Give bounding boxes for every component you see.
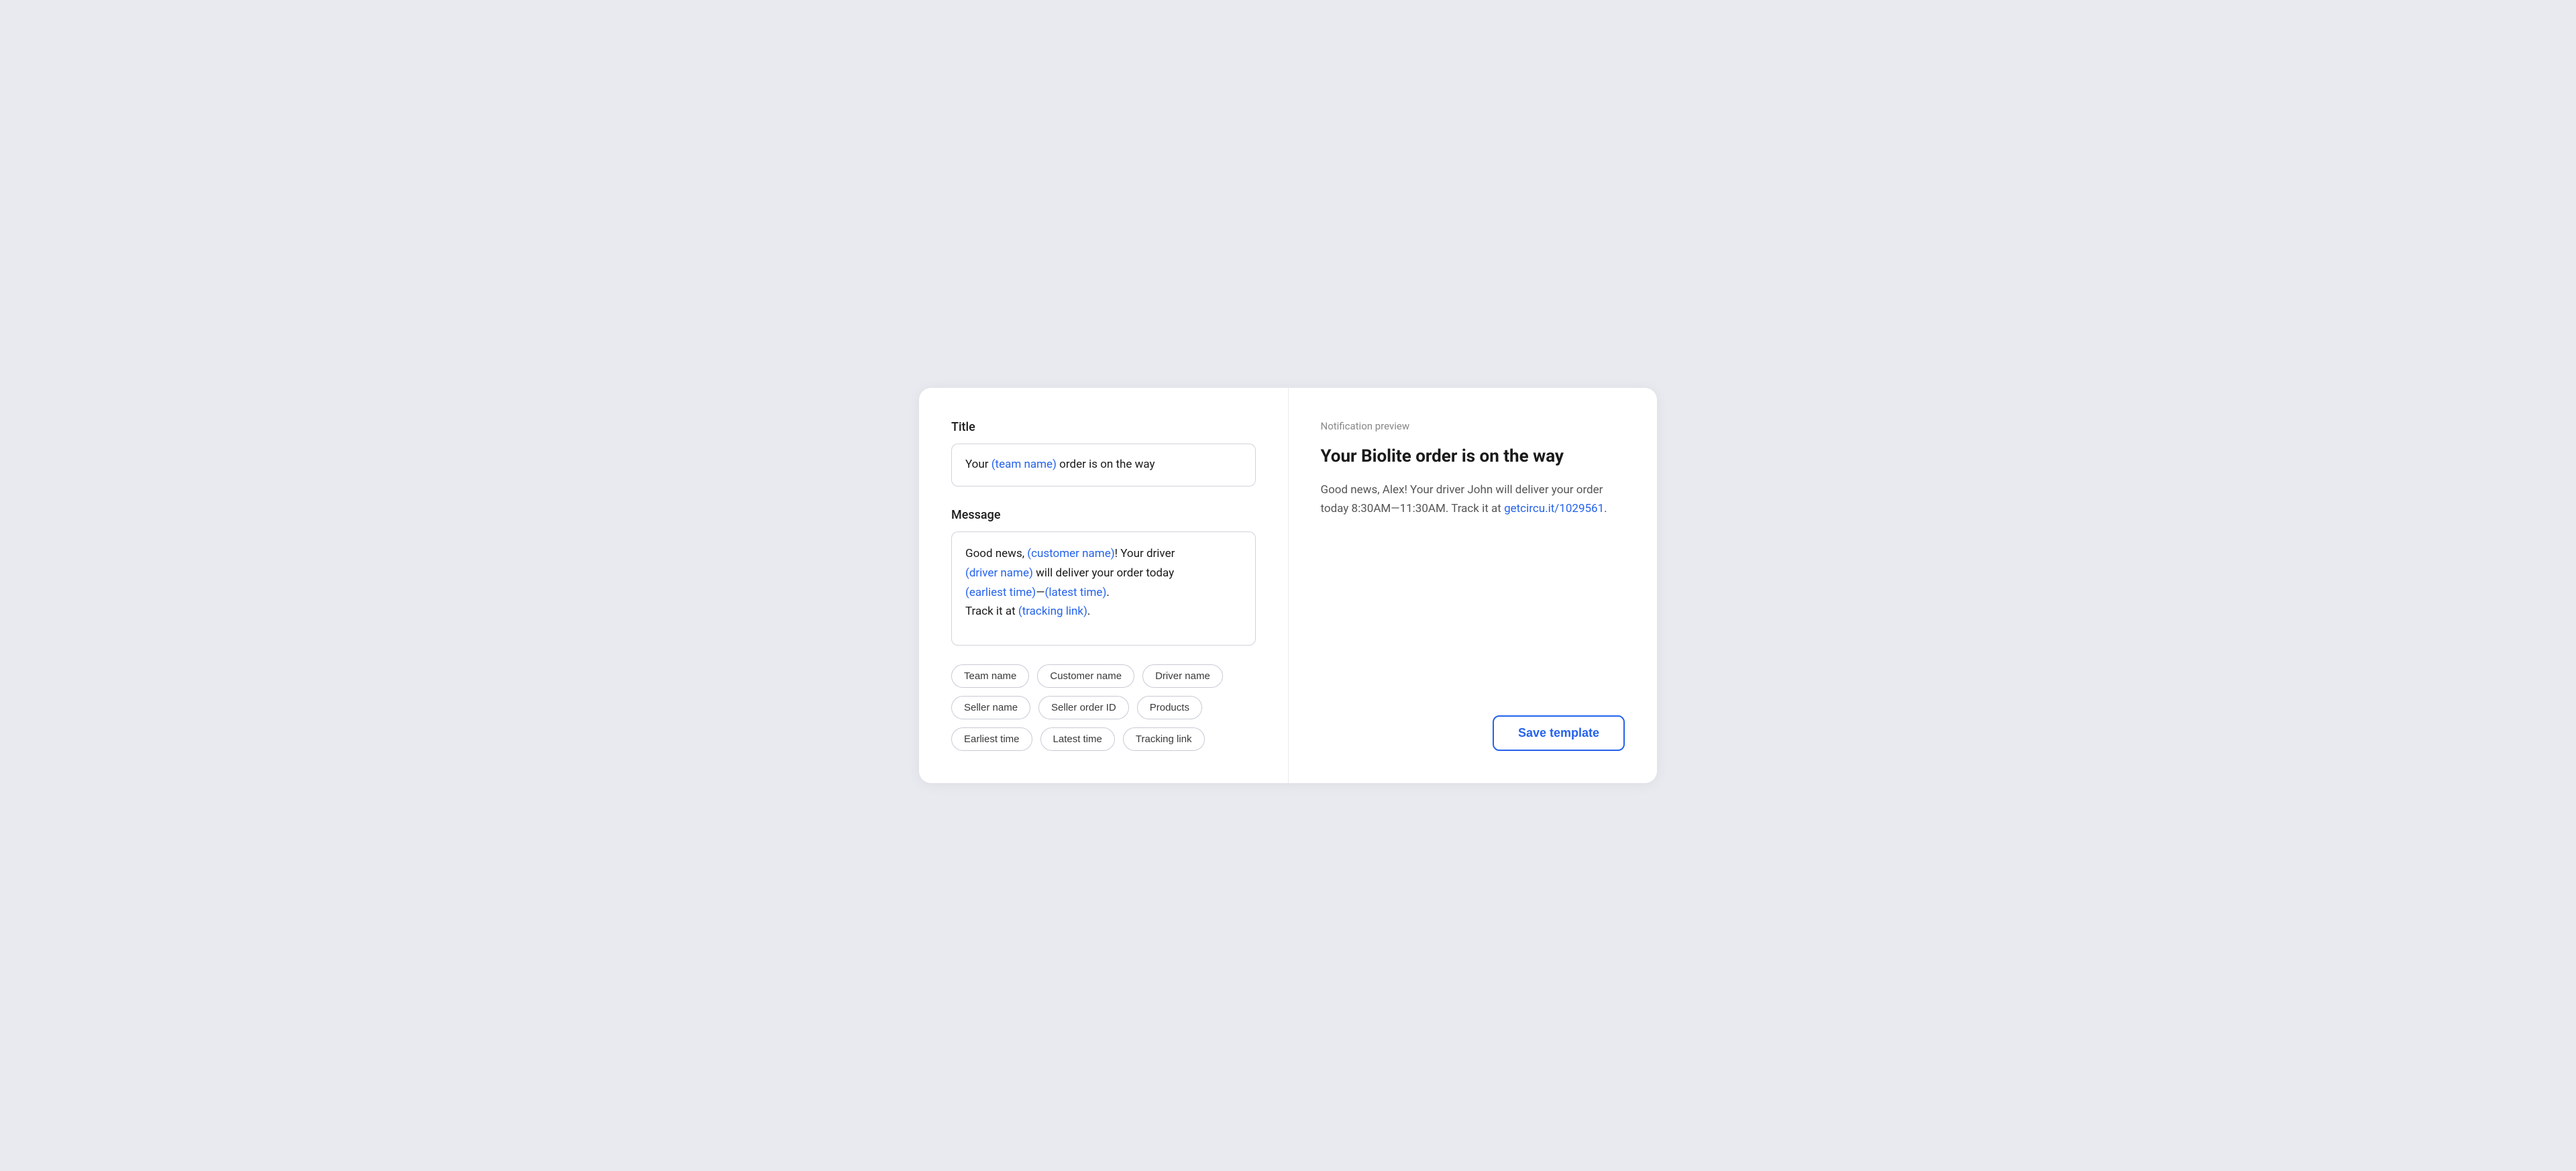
message-earliest-time-token[interactable]: (earliest time) — [965, 586, 1036, 599]
preview-dash: — — [1391, 502, 1399, 515]
title-section-label: Title — [951, 420, 1256, 434]
message-line2-suffix: will deliver your order today — [1033, 566, 1174, 580]
message-line1-plain: Good news, — [965, 547, 1027, 560]
title-team-name-token[interactable]: (team name) — [991, 458, 1057, 471]
tag-seller-name[interactable]: Seller name — [951, 696, 1030, 719]
preview-content: Notification preview Your Biolite order … — [1321, 420, 1625, 694]
tag-latest-time[interactable]: Latest time — [1040, 727, 1115, 751]
message-driver-name-token[interactable]: (driver name) — [965, 566, 1033, 580]
main-card: Title Your (team name) order is on the w… — [919, 388, 1657, 783]
tags-container: Team name Customer name Driver name Seller … — [951, 664, 1256, 751]
message-dash: — — [1036, 586, 1044, 599]
preview-tracking-link[interactable]: getcircu.it/1029561 — [1504, 502, 1604, 515]
left-panel: Title Your (team name) order is on the w… — [919, 388, 1289, 783]
save-template-button[interactable]: Save template — [1493, 715, 1625, 751]
preview-body-end: . — [1604, 502, 1607, 515]
tag-driver-name[interactable]: Driver name — [1142, 664, 1223, 688]
message-line1-suffix: ! Your driver — [1115, 547, 1175, 560]
tag-seller-order-id[interactable]: Seller order ID — [1038, 696, 1129, 719]
preview-title: Your Biolite order is on the way — [1321, 446, 1625, 468]
tag-earliest-time[interactable]: Earliest time — [951, 727, 1032, 751]
preview-label: Notification preview — [1321, 420, 1625, 432]
tag-tracking-link[interactable]: Tracking link — [1123, 727, 1205, 751]
tag-team-name[interactable]: Team name — [951, 664, 1029, 688]
message-latest-time-token[interactable]: (latest time) — [1045, 586, 1107, 599]
message-period: . — [1106, 586, 1109, 599]
title-input[interactable]: Your (team name) order is on the way — [951, 444, 1256, 487]
preview-body-2: 11:30AM. Track it at — [1400, 502, 1505, 515]
message-track-plain: Track it at — [965, 605, 1018, 618]
right-panel: Notification preview Your Biolite order … — [1289, 388, 1658, 783]
message-tracking-link-token[interactable]: (tracking link) — [1018, 605, 1087, 618]
tag-products[interactable]: Products — [1137, 696, 1202, 719]
message-customer-name-token[interactable]: (customer name) — [1027, 547, 1114, 560]
tag-customer-name[interactable]: Customer name — [1037, 664, 1134, 688]
save-btn-container: Save template — [1321, 715, 1625, 751]
message-box[interactable]: Good news, (customer name)! Your driver … — [951, 531, 1256, 646]
message-track-period: . — [1087, 605, 1090, 618]
preview-body: Good news, Alex! Your driver John will d… — [1321, 480, 1625, 518]
title-suffix-text: order is on the way — [1057, 458, 1155, 471]
title-plain-text: Your — [965, 458, 991, 471]
message-section-label: Message — [951, 508, 1256, 522]
